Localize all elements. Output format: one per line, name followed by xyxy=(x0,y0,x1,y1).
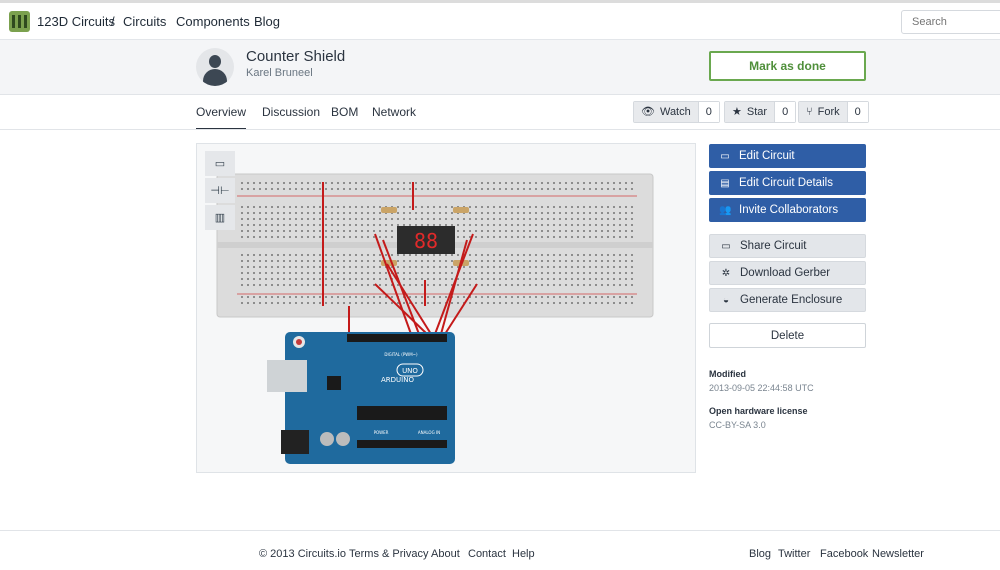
star-label: Star xyxy=(746,106,768,118)
watch-count: 0 xyxy=(697,102,719,122)
nav-link-blog[interactable]: Blog xyxy=(254,14,280,29)
footer-link-terms[interactable]: Terms & Privacy xyxy=(349,548,428,560)
fork-button[interactable]: ⑂ Fork 0 xyxy=(798,101,869,123)
nav-link-circuits[interactable]: Circuits xyxy=(123,14,166,29)
share-circuit-button[interactable]: ▭ Share Circuit xyxy=(709,234,866,258)
watch-button[interactable]: 👁 Watch 0 xyxy=(633,101,720,123)
fork-count: 0 xyxy=(846,102,868,122)
breadboard-tool-icon[interactable]: ▭ xyxy=(205,151,235,176)
arduino-board: ARDUINO UNO DIGITAL (PWM~) ANALOG IN POW… xyxy=(267,332,455,464)
seven-segment-display: 88 xyxy=(397,226,455,254)
footer-link-twitter[interactable]: Twitter xyxy=(778,548,810,560)
edit-circuit-button[interactable]: ▭ Edit Circuit xyxy=(709,144,866,168)
window-icon: ▭ xyxy=(720,150,730,162)
project-title: Counter Shield xyxy=(246,48,346,65)
download-gerber-label: Download Gerber xyxy=(740,267,831,279)
users-icon: 👥 xyxy=(719,204,732,216)
canvas-toolbar: ▭ ⊣⊢ ▥ xyxy=(205,151,235,231)
delete-button[interactable]: Delete xyxy=(709,323,866,348)
license-value[interactable]: CC-BY-SA 3.0 xyxy=(709,420,766,430)
modified-label: Modified xyxy=(709,369,746,379)
tab-network[interactable]: Network xyxy=(372,105,416,119)
avatar[interactable] xyxy=(196,48,234,86)
footer-link-help[interactable]: Help xyxy=(512,548,535,560)
generate-enclosure-label: Generate Enclosure xyxy=(740,294,843,306)
footer-link-blog[interactable]: Blog xyxy=(749,548,771,560)
download-gerber-button[interactable]: ✲ Download Gerber xyxy=(709,261,866,285)
footer-divider xyxy=(0,530,1000,531)
eye-icon: 👁 xyxy=(641,106,655,118)
gear-arrow-icon: ✲ xyxy=(721,267,731,279)
svg-text:ANALOG IN: ANALOG IN xyxy=(418,430,440,435)
footer-link-about[interactable]: About xyxy=(431,548,460,560)
breadcrumb-separator: / xyxy=(111,14,115,29)
license-label: Open hardware license xyxy=(709,406,808,416)
circuit-preview[interactable]: 88 ARDUINO UNO DIGITAL (PWM~) ANALOG IN … xyxy=(196,143,696,473)
enclosure-icon: ◒ xyxy=(722,294,730,306)
mark-as-done-button[interactable]: Mark as done xyxy=(709,51,866,81)
search-input[interactable] xyxy=(901,10,1000,34)
user-head-icon xyxy=(209,55,221,68)
star-icon: ★ xyxy=(732,106,742,118)
svg-text:88: 88 xyxy=(414,229,438,253)
fork-icon: ⑂ xyxy=(806,106,813,118)
star-button[interactable]: ★ Star 0 xyxy=(724,101,797,123)
share-circuit-label: Share Circuit xyxy=(740,240,807,252)
circuit-drawing: 88 ARDUINO UNO DIGITAL (PWM~) ANALOG IN … xyxy=(216,173,654,464)
star-count: 0 xyxy=(774,102,796,122)
chip-tool-icon[interactable]: ▥ xyxy=(205,205,235,230)
tab-bom[interactable]: BOM xyxy=(331,105,358,119)
footer-link-facebook[interactable]: Facebook xyxy=(820,548,868,560)
copyright: © 2013 Circuits.io xyxy=(259,548,346,560)
battery-tool-icon[interactable]: ⊣⊢ xyxy=(205,178,235,203)
footer-link-newsletter[interactable]: Newsletter xyxy=(872,548,924,560)
top-navbar: 123D Circuits / Circuits Components Blog xyxy=(0,0,1000,40)
tab-divider xyxy=(0,129,1000,130)
edit-circuit-label: Edit Circuit xyxy=(739,150,795,162)
user-body-icon xyxy=(203,69,227,86)
123d-circuits-logo-icon[interactable] xyxy=(9,11,30,32)
id-card-icon: ▤ xyxy=(720,177,730,189)
svg-text:UNO: UNO xyxy=(402,367,418,375)
fork-label: Fork xyxy=(817,106,840,118)
tab-overview[interactable]: Overview xyxy=(196,105,247,130)
svg-text:POWER: POWER xyxy=(374,430,389,435)
nav-link-components[interactable]: Components xyxy=(176,14,250,29)
project-author[interactable]: Karel Bruneel xyxy=(246,67,313,79)
edit-circuit-details-button[interactable]: ▤ Edit Circuit Details xyxy=(709,171,866,195)
svg-text:DIGITAL (PWM~): DIGITAL (PWM~) xyxy=(384,352,418,357)
generate-enclosure-button[interactable]: ◒ Generate Enclosure xyxy=(709,288,866,312)
tab-discussion[interactable]: Discussion xyxy=(262,105,320,119)
brand-link[interactable]: 123D Circuits xyxy=(37,14,115,29)
invite-collaborators-button[interactable]: 👥 Invite Collaborators xyxy=(709,198,866,222)
window-icon: ▭ xyxy=(721,240,731,252)
invite-collaborators-label: Invite Collaborators xyxy=(739,204,839,216)
svg-text:ARDUINO: ARDUINO xyxy=(381,376,414,384)
modified-value: 2013-09-05 22:44:58 UTC xyxy=(709,383,814,393)
watch-label: Watch xyxy=(659,106,691,118)
edit-circuit-details-label: Edit Circuit Details xyxy=(739,177,833,189)
footer-link-contact[interactable]: Contact xyxy=(468,548,506,560)
